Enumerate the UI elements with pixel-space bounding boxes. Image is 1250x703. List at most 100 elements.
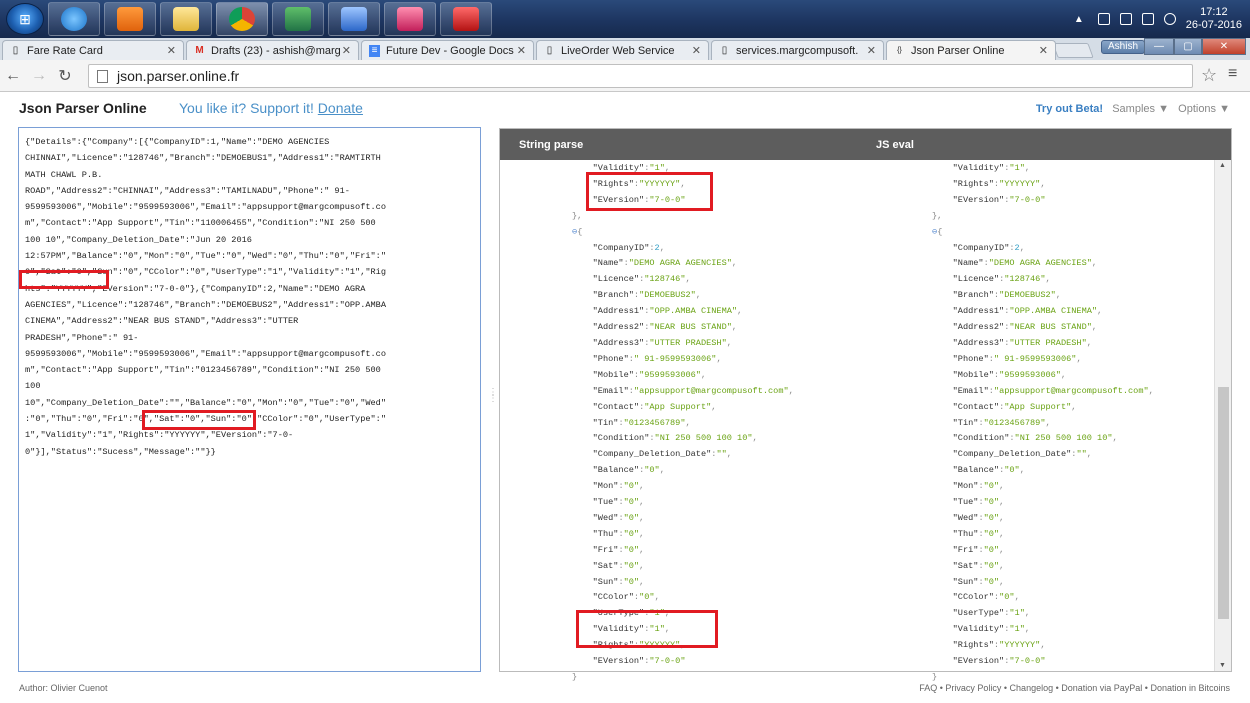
start-button[interactable]: ⊞: [6, 3, 44, 35]
comma: ,: [1045, 274, 1051, 285]
back-arrow-icon[interactable]: ←: [0, 67, 26, 85]
donate-link[interactable]: Donate: [318, 100, 363, 116]
tree-key: "Address3": [592, 337, 645, 348]
tree-line: "Validity":"1",: [932, 622, 1154, 638]
taskbar-marg[interactable]: [384, 2, 436, 36]
taskbar-app6[interactable]: [328, 2, 380, 36]
tree-value: "0": [983, 560, 1000, 571]
taskbar-explorer[interactable]: [160, 2, 212, 36]
tree-value: "YYYYYY": [999, 178, 1041, 189]
tree-line: ⊖{: [932, 225, 1154, 241]
tree-value: "0": [983, 481, 1000, 492]
tree-value: "7-0-0": [1009, 194, 1046, 205]
tab-fare-rate-card[interactable]: ▯ Fare Rate Card ✕: [2, 40, 184, 60]
close-tab-icon[interactable]: ✕: [167, 44, 176, 57]
tree-value: "0123456789": [623, 417, 686, 428]
tree-key: "Thu": [952, 528, 979, 539]
close-tab-icon[interactable]: ✕: [517, 44, 526, 57]
app-title: Json Parser Online: [19, 100, 147, 116]
close-tab-icon[interactable]: ✕: [867, 44, 876, 57]
tab-google-docs[interactable]: ≡ Future Dev - Google Docs ✕: [361, 40, 534, 60]
tab-liveorder[interactable]: ▯ LiveOrder Web Service ✕: [536, 40, 709, 60]
maximize-button[interactable]: ▢: [1174, 38, 1202, 55]
tab-services[interactable]: ▯ services.margcompusoft. ✕: [711, 40, 884, 60]
tree-line: "Tue":"0",: [572, 495, 794, 511]
tree-key: "Branch": [952, 290, 994, 301]
tree-value: "DEMOEBUS2": [999, 290, 1056, 301]
comma: ,: [685, 417, 691, 428]
scroll-up-arrow-icon[interactable]: ▲: [1219, 162, 1226, 169]
tree-value: "NEAR BUS STAND": [1009, 322, 1092, 333]
options-menu[interactable]: Options ▼: [1178, 103, 1230, 115]
taskbar-chrome[interactable]: [216, 2, 268, 36]
volume-icon[interactable]: [1163, 13, 1176, 25]
tree-line: "EVersion":"7-0-0": [932, 193, 1154, 209]
close-window-button[interactable]: ✕: [1202, 38, 1246, 55]
comma: ,: [639, 512, 645, 523]
flag-icon[interactable]: [1097, 13, 1110, 25]
splitter-handle[interactable]: ⋮ ⋮: [488, 388, 498, 404]
scrollbar-thumb[interactable]: [1218, 387, 1229, 619]
bookmark-star-icon[interactable]: ☆: [1201, 65, 1217, 86]
close-tab-icon[interactable]: ✕: [1039, 44, 1048, 57]
tree-key: "Mon": [952, 481, 979, 492]
page-info-icon[interactable]: [97, 70, 108, 83]
tree-line: "Phone":" 91-9599593006",: [932, 352, 1154, 368]
tree-line: "EVersion":"7-0-0": [572, 654, 794, 670]
tree-value: "9599593006": [639, 369, 701, 380]
tree-value: "0": [983, 497, 1000, 508]
new-tab-button[interactable]: [1052, 43, 1094, 58]
forward-arrow-icon[interactable]: →: [26, 67, 52, 85]
comma: ,: [639, 576, 645, 587]
clock[interactable]: 17:12 26-07-2016: [1186, 6, 1242, 32]
tree-value: "DEMO AGRA AGENCIES": [628, 258, 732, 269]
address-bar[interactable]: json.parser.online.fr: [88, 64, 1193, 88]
tree-value: "": [716, 449, 727, 460]
page-icon: ▯: [12, 45, 19, 56]
taskbar-media[interactable]: [104, 2, 156, 36]
header-links: Try out Beta! Samples ▼ Options ▼: [1036, 103, 1230, 115]
comma: ,: [1045, 417, 1051, 428]
comma: ,: [731, 322, 738, 333]
close-tab-icon[interactable]: ✕: [342, 44, 351, 57]
tray-expand-icon[interactable]: ▲: [1074, 14, 1084, 25]
tree-key: "Fri": [592, 544, 619, 555]
taskbar-excel[interactable]: [272, 2, 324, 36]
taskbar-app8[interactable]: [440, 2, 492, 36]
chrome-menu-icon[interactable]: ≡: [1228, 65, 1237, 83]
tree-value: "App Support": [1004, 401, 1072, 412]
tab-json-parser[interactable]: {} Json Parser Online ✕: [886, 40, 1056, 60]
comma: ,: [999, 576, 1005, 587]
taskbar-ie[interactable]: [48, 2, 100, 36]
support-text: You like it? Support it! Donate: [179, 100, 363, 116]
gmail-icon: M: [195, 45, 204, 56]
profile-button[interactable]: Ashish: [1101, 40, 1146, 54]
scroll-down-arrow-icon[interactable]: ▼: [1219, 662, 1226, 669]
comma: ,: [639, 528, 645, 539]
tree-value: "7-0-0": [1009, 656, 1046, 667]
samples-menu[interactable]: Samples ▼: [1112, 103, 1169, 115]
reload-icon[interactable]: ↻: [52, 66, 78, 86]
try-beta-link[interactable]: Try out Beta!: [1036, 103, 1103, 115]
close-tab-icon[interactable]: ✕: [692, 44, 701, 57]
network-icon[interactable]: [1141, 13, 1154, 25]
footer-links[interactable]: FAQ • Privacy Policy • Changelog • Donat…: [919, 683, 1230, 693]
comma: ,: [639, 560, 645, 571]
footer-author: Author: Olivier Cuenot: [19, 683, 108, 693]
viewer-scrollbar[interactable]: ▲ ▼: [1214, 160, 1231, 671]
windows-taskbar: ⊞ ▲ 17:12 26-07-2016: [0, 0, 1250, 38]
tree-key: "Condition": [952, 433, 1010, 444]
comma: ,: [737, 306, 743, 317]
battery-icon[interactable]: [1119, 13, 1132, 25]
json-input-textarea[interactable]: {"Details":{"Company":[{"CompanyID":1,"N…: [18, 127, 481, 672]
minimize-button[interactable]: —: [1144, 38, 1174, 55]
tab-gmail-drafts[interactable]: M Drafts (23) - ashish@marg ✕: [186, 40, 359, 60]
